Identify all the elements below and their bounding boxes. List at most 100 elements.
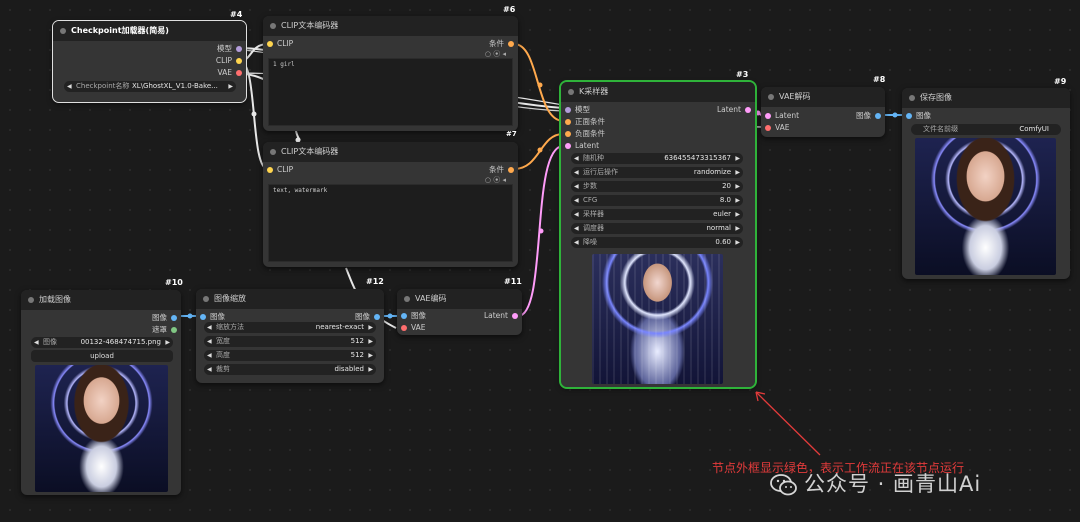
node-load-image[interactable]: 加载图像 图像 遮罩 ◀ 图像 00132-468474715.png ▶ uploa…	[21, 290, 181, 495]
arrow-right-icon[interactable]: ▶	[735, 195, 740, 206]
input-dot-icon[interactable]	[565, 143, 571, 149]
arrow-left-icon[interactable]: ◀	[34, 337, 39, 348]
node-title[interactable]: CLIP文本编码器	[263, 142, 518, 162]
node-checkpoint-loader[interactable]: Checkpoint加载器(简易) 模型 CLIP VAE ◀ Checkpoi…	[52, 20, 247, 103]
arrow-right-icon[interactable]: ▶	[735, 223, 740, 234]
arrow-right-icon[interactable]: ▶	[368, 350, 373, 361]
prompt-textarea[interactable]: text, watermark	[268, 184, 513, 262]
node-title[interactable]: 图像缩放	[196, 289, 384, 309]
output-latent[interactable]: Latent	[484, 310, 522, 322]
widget-seed[interactable]: ◀ 随机种 636455473315367 ▶	[571, 153, 743, 164]
output-vae[interactable]: VAE	[217, 67, 246, 79]
arrow-right-icon[interactable]: ▶	[368, 322, 373, 333]
arrow-left-icon[interactable]: ◀	[574, 209, 579, 220]
input-vae[interactable]: VAE	[761, 122, 790, 134]
arrow-left-icon[interactable]: ◀	[574, 223, 579, 234]
output-dot-icon[interactable]	[875, 113, 881, 119]
widget-cfg[interactable]: ◀ CFG 8.0 ▶	[571, 195, 743, 206]
widget-height[interactable]: ◀ 高度 512 ▶	[204, 350, 376, 361]
widget-denoise[interactable]: ◀ 降噪 0.60 ▶	[571, 237, 743, 248]
output-dot-icon[interactable]	[236, 46, 242, 52]
arrow-left-icon[interactable]: ◀	[574, 181, 579, 192]
input-dot-icon[interactable]	[565, 131, 571, 137]
arrow-left-icon[interactable]: ◀	[207, 322, 212, 333]
arrow-right-icon[interactable]: ▶	[165, 337, 170, 348]
input-model[interactable]: 模型	[561, 104, 590, 116]
node-clip-text-encode-positive[interactable]: CLIP文本编码器 CLIP 条件 ○ ⦿ ◂ 1 girl	[263, 16, 518, 131]
input-dot-icon[interactable]	[401, 313, 407, 319]
input-latent[interactable]: Latent	[761, 110, 799, 122]
arrow-right-icon[interactable]: ▶	[228, 81, 233, 92]
prompt-textarea[interactable]: 1 girl	[268, 58, 513, 126]
upload-button[interactable]: upload	[31, 350, 173, 362]
arrow-right-icon[interactable]: ▶	[735, 237, 740, 248]
arrow-left-icon[interactable]: ◀	[574, 237, 579, 248]
output-dot-icon[interactable]	[512, 313, 518, 319]
arrow-right-icon[interactable]: ▶	[735, 181, 740, 192]
widget-control-after[interactable]: ◀ 运行后操作 randomize ▶	[571, 167, 743, 178]
input-negative[interactable]: 负面条件	[561, 128, 605, 140]
widget-filename-prefix[interactable]: 文件名前缀 ComfyUI	[911, 124, 1061, 135]
output-latent[interactable]: Latent	[717, 104, 755, 116]
arrow-right-icon[interactable]: ▶	[368, 364, 373, 375]
input-positive[interactable]: 正面条件	[561, 116, 605, 128]
input-dot-icon[interactable]	[267, 41, 273, 47]
node-vae-encode[interactable]: VAE编码 图像 Latent VAE	[397, 289, 522, 335]
arrow-right-icon[interactable]: ▶	[735, 209, 740, 220]
arrow-right-icon[interactable]: ▶	[368, 336, 373, 347]
node-save-image[interactable]: 保存图像 图像 文件名前缀 ComfyUI	[902, 88, 1070, 279]
output-dot-icon[interactable]	[171, 315, 177, 321]
output-dot-icon[interactable]	[236, 70, 242, 76]
widget-crop[interactable]: ◀ 裁剪 disabled ▶	[204, 364, 376, 375]
arrow-right-icon[interactable]: ▶	[735, 167, 740, 178]
widget-sampler[interactable]: ◀ 采样器 euler ▶	[571, 209, 743, 220]
input-clip[interactable]: CLIP	[263, 38, 293, 50]
output-mask[interactable]: 遮罩	[152, 324, 181, 336]
output-dot-icon[interactable]	[374, 314, 380, 320]
arrow-left-icon[interactable]: ◀	[207, 336, 212, 347]
input-dot-icon[interactable]	[765, 125, 771, 131]
arrow-left-icon[interactable]: ◀	[67, 81, 72, 92]
arrow-left-icon[interactable]: ◀	[574, 167, 579, 178]
widget-upscale-method[interactable]: ◀ 缩放方法 nearest-exact ▶	[204, 322, 376, 333]
node-title[interactable]: K采样器	[561, 82, 755, 102]
node-title[interactable]: 加载图像	[21, 290, 181, 310]
input-dot-icon[interactable]	[565, 119, 571, 125]
widget-scheduler[interactable]: ◀ 调度器 normal ▶	[571, 223, 743, 234]
output-dot-icon[interactable]	[508, 41, 514, 47]
input-dot-icon[interactable]	[765, 113, 771, 119]
node-clip-text-encode-negative[interactable]: CLIP文本编码器 CLIP 条件 ○ ⦿ ◂ text, watermark	[263, 142, 518, 267]
output-model[interactable]: 模型	[217, 43, 246, 55]
arrow-left-icon[interactable]: ◀	[574, 195, 579, 206]
widget-width[interactable]: ◀ 宽度 512 ▶	[204, 336, 376, 347]
widget-image-file[interactable]: ◀ 图像 00132-468474715.png ▶	[31, 337, 173, 348]
node-title[interactable]: VAE解码	[761, 87, 885, 107]
input-dot-icon[interactable]	[565, 107, 571, 113]
node-title[interactable]: 保存图像	[902, 88, 1070, 108]
input-dot-icon[interactable]	[200, 314, 206, 320]
output-dot-icon[interactable]	[171, 327, 177, 333]
arrow-left-icon[interactable]: ◀	[574, 153, 579, 164]
node-title[interactable]: Checkpoint加载器(简易)	[53, 21, 246, 41]
widget-ckpt-name[interactable]: ◀ Checkpoint名称 XL\GhostXL_V1.0-Bake... ▶	[64, 81, 236, 92]
node-image-scale[interactable]: 图像缩放 图像 图像 ◀ 缩放方法 nearest-exact ▶ ◀ 宽度 512 ▶ ◀…	[196, 289, 384, 383]
output-dot-icon[interactable]	[745, 107, 751, 113]
widget-steps[interactable]: ◀ 步数 20 ▶	[571, 181, 743, 192]
input-dot-icon[interactable]	[401, 325, 407, 331]
output-image[interactable]: 图像	[152, 312, 181, 324]
input-dot-icon[interactable]	[267, 167, 273, 173]
output-dot-icon[interactable]	[508, 167, 514, 173]
input-dot-icon[interactable]	[906, 113, 912, 119]
input-image[interactable]: 图像	[902, 110, 931, 122]
input-clip[interactable]: CLIP	[263, 164, 293, 176]
arrow-left-icon[interactable]: ◀	[207, 364, 212, 375]
node-vae-decode[interactable]: VAE解码 Latent 图像 VAE	[761, 87, 885, 137]
arrow-left-icon[interactable]: ◀	[207, 350, 212, 361]
input-latent[interactable]: Latent	[561, 140, 599, 152]
input-vae[interactable]: VAE	[397, 322, 426, 334]
input-image[interactable]: 图像	[397, 310, 426, 322]
node-title[interactable]: CLIP文本编码器	[263, 16, 518, 36]
output-image[interactable]: 图像	[856, 110, 885, 122]
node-title[interactable]: VAE编码	[397, 289, 522, 309]
arrow-right-icon[interactable]: ▶	[735, 153, 740, 164]
